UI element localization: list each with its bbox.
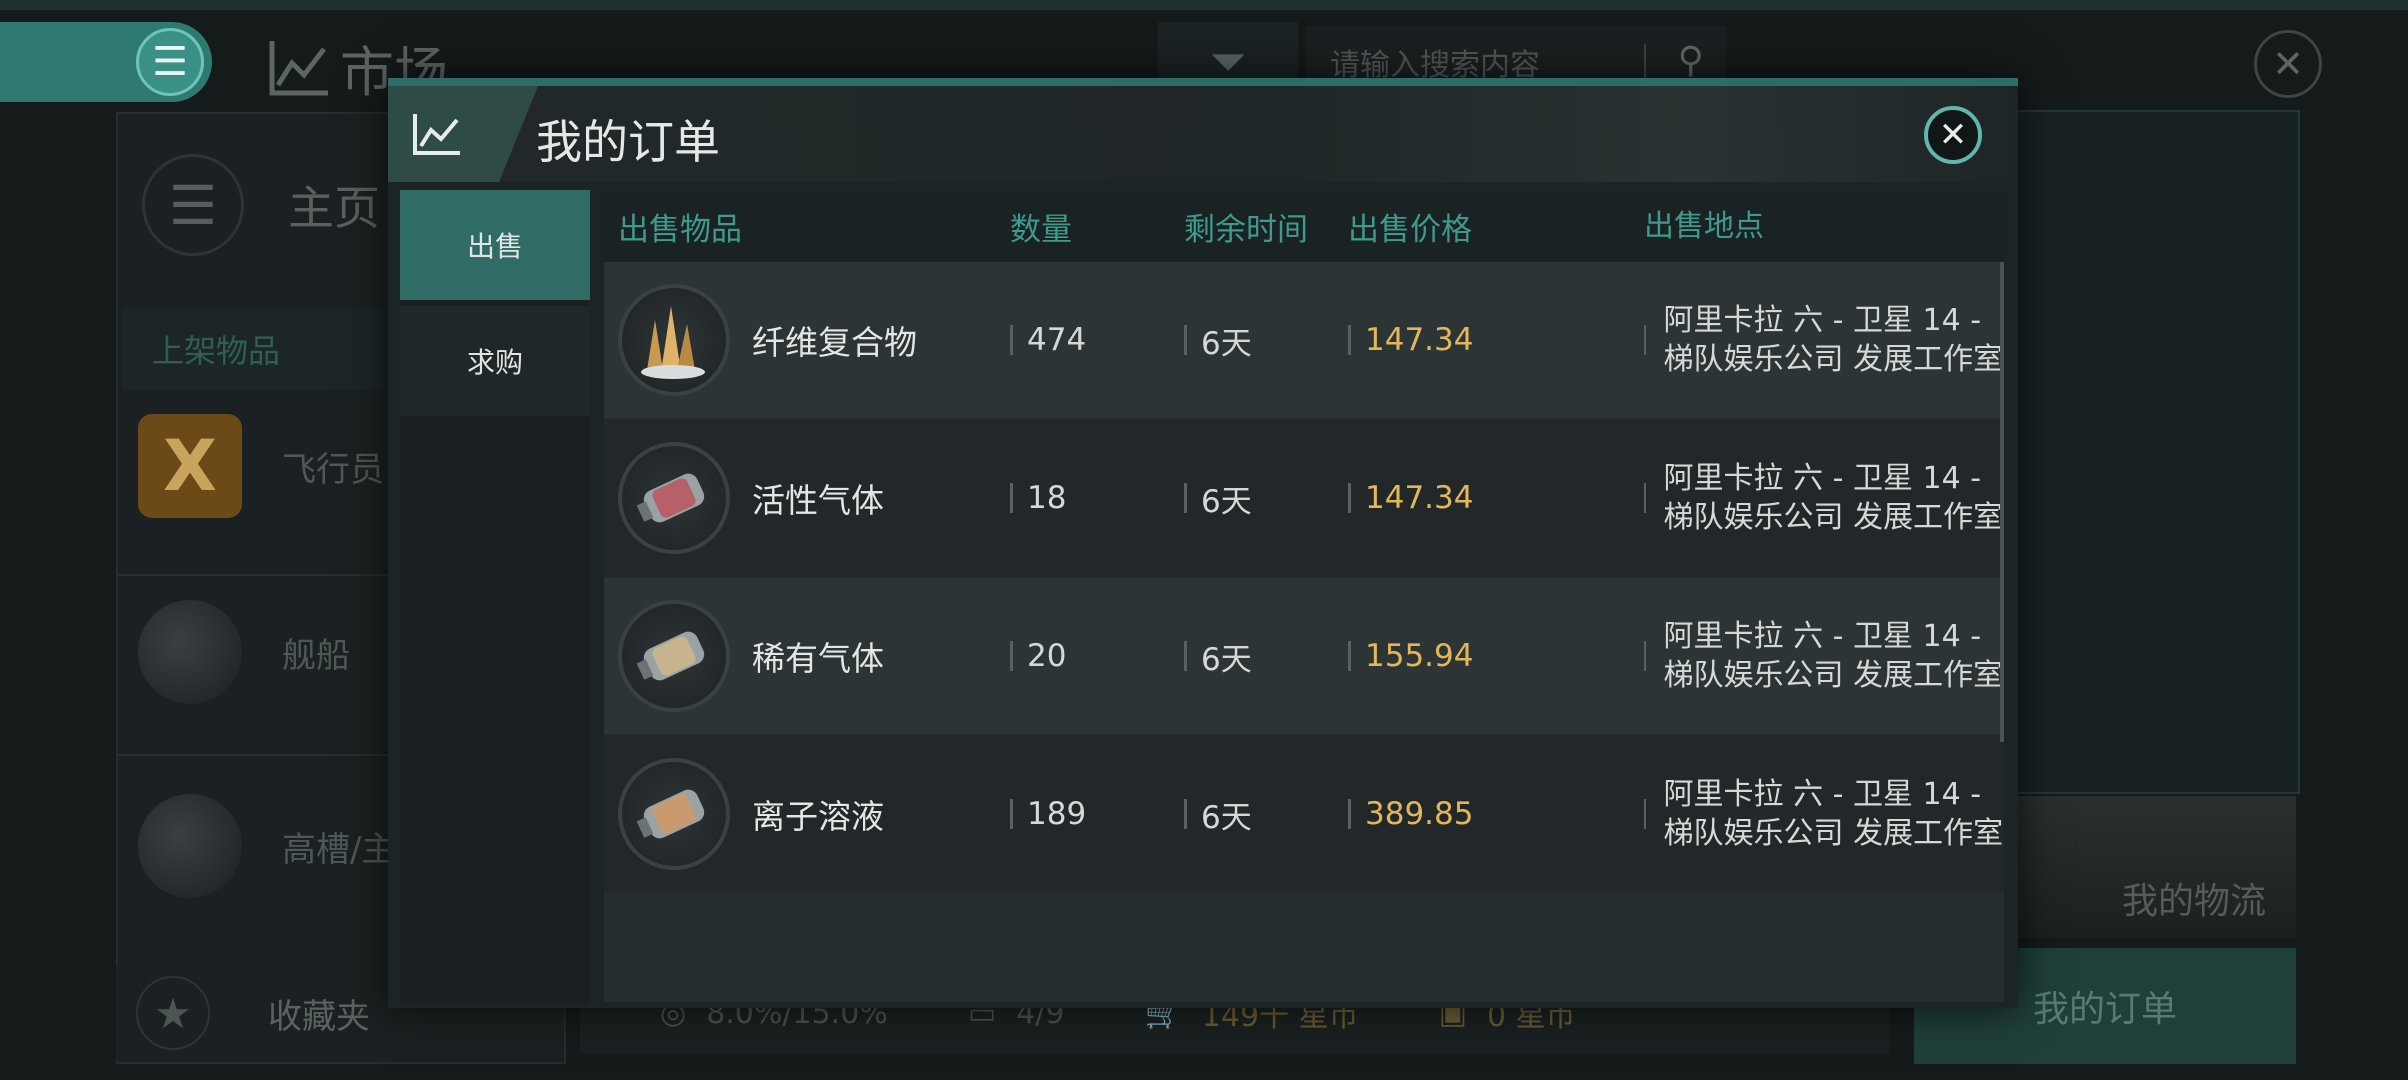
category-pilot[interactable]: X 飞行员: [138, 414, 384, 518]
table-row[interactable]: 稀有气体 20 6天 155.94 阿里卡拉 六 - 卫星 14 - 梯队娱乐公司 发展…: [604, 578, 2004, 734]
listing-tab-label: 上架物品: [152, 332, 281, 370]
item-cell: 活性气体: [604, 442, 1010, 554]
price-cell: 389.85: [1348, 796, 1644, 832]
market-close-icon[interactable]: ✕: [2254, 30, 2322, 98]
col-item[interactable]: 出售物品: [604, 204, 1010, 249]
gas-canister-icon: [618, 758, 730, 870]
home-item[interactable]: ☰ 主页: [142, 154, 380, 256]
close-icon[interactable]: ✕: [1924, 106, 1982, 164]
tab-label: 求购: [466, 346, 523, 379]
item-cell: 离子溶液: [604, 758, 1010, 870]
item-cell: 稀有气体: [604, 600, 1010, 712]
scrollbar[interactable]: [2000, 262, 2004, 742]
category-ships[interactable]: 舰船: [138, 600, 350, 704]
location-cell: 阿里卡拉 六 - 卫星 14 - 梯队娱乐公司 发展工作室: [1644, 459, 2004, 537]
crystal-icon: [618, 284, 730, 396]
divider: [1644, 483, 1646, 513]
category-label: 飞行员: [282, 449, 384, 490]
search-divider: [1644, 44, 1646, 80]
item-cell: 纤维复合物: [604, 284, 1010, 396]
divider: [1644, 641, 1646, 671]
table-row[interactable]: 活性气体 18 6天 147.34 阿里卡拉 六 - 卫星 14 - 梯队娱乐公司 发展…: [604, 420, 2004, 576]
chart-icon: [269, 40, 328, 95]
category-highslot[interactable]: 高槽/主: [138, 794, 395, 898]
divider: [1644, 325, 1646, 355]
quantity-cell: 474: [1010, 322, 1184, 358]
search-icon[interactable]: ⚲: [1678, 40, 1704, 81]
my-orders-dialog: 我的订单 ✕ 出售 求购 出售物品 数量 剩余时间 出售价格 出售地点 纤维复合…: [388, 78, 2018, 1008]
remaining-cell: 6天: [1184, 483, 1348, 520]
category-label: 舰船: [282, 635, 350, 676]
remaining-value: 6天: [1184, 641, 1348, 678]
quantity-cell: 18: [1010, 480, 1184, 516]
category-label: 高槽/主: [282, 829, 396, 870]
table-body: 纤维复合物 474 6天 147.34 阿里卡拉 六 - 卫星 14 - 梯队娱乐公司 …: [604, 262, 2004, 892]
gas-canister-icon: [618, 600, 730, 712]
price-cell: 155.94: [1348, 638, 1644, 674]
order-type-tabs: 出售 求购: [400, 190, 590, 1004]
ship-icon: [138, 600, 242, 704]
price-value: 155.94: [1348, 638, 1644, 674]
gas-canister-icon: [618, 442, 730, 554]
tab-sell[interactable]: 出售: [400, 190, 590, 300]
favorites-label: 收藏夹: [268, 996, 370, 1037]
quantity-cell: 189: [1010, 796, 1184, 832]
dialog-header: 我的订单 ✕: [388, 86, 2018, 182]
location-cell: 阿里卡拉 六 - 卫星 14 - 梯队娱乐公司 发展工作室: [1644, 301, 2004, 379]
col-location[interactable]: 出售地点: [1644, 207, 2004, 246]
price-value: 147.34: [1348, 322, 1644, 358]
table-header: 出售物品 数量 剩余时间 出售价格 出售地点: [604, 190, 2004, 262]
table-row[interactable]: 离子溶液 189 6天 389.85 阿里卡拉 六 - 卫星 14 - 梯队娱乐公司 发…: [604, 736, 2004, 892]
quantity-value: 474: [1010, 322, 1184, 358]
remaining-value: 6天: [1184, 799, 1348, 836]
logistics-label: 我的物流: [2121, 881, 2266, 922]
quantity-cell: 20: [1010, 638, 1184, 674]
location-value: 阿里卡拉 六 - 卫星 14 - 梯队娱乐公司 发展工作室: [1663, 303, 2004, 377]
location-cell: 阿里卡拉 六 - 卫星 14 - 梯队娱乐公司 发展工作室: [1644, 775, 2004, 853]
item-name: 纤维复合物: [752, 323, 917, 362]
location-value: 阿里卡拉 六 - 卫星 14 - 梯队娱乐公司 发展工作室: [1663, 461, 2004, 535]
remaining-cell: 6天: [1184, 325, 1348, 362]
price-value: 147.34: [1348, 480, 1644, 516]
price-value: 389.85: [1348, 796, 1644, 832]
price-cell: 147.34: [1348, 480, 1644, 516]
orders-table: 出售物品 数量 剩余时间 出售价格 出售地点 纤维复合物 474 6天 147.34 阿…: [604, 190, 2004, 1002]
item-name: 离子溶液: [752, 797, 884, 836]
my-orders-label: 我的订单: [2032, 989, 2177, 1030]
pilot-icon: X: [138, 414, 242, 518]
col-quantity[interactable]: 数量: [1010, 204, 1184, 249]
location-value: 阿里卡拉 六 - 卫星 14 - 梯队娱乐公司 发展工作室: [1663, 777, 2004, 851]
tab-buy[interactable]: 求购: [400, 306, 590, 416]
item-name: 活性气体: [752, 481, 884, 520]
quantity-value: 18: [1010, 480, 1184, 516]
table-row[interactable]: 纤维复合物 474 6天 147.34 阿里卡拉 六 - 卫星 14 - 梯队娱乐公司 …: [604, 262, 2004, 418]
dialog-title: 我的订单: [536, 115, 720, 169]
menu-icon[interactable]: ☰: [136, 28, 204, 96]
remaining-cell: 6天: [1184, 641, 1348, 678]
location-cell: 阿里卡拉 六 - 卫星 14 - 梯队娱乐公司 发展工作室: [1644, 617, 2004, 695]
remaining-value: 6天: [1184, 483, 1348, 520]
tab-label: 出售: [466, 230, 523, 263]
menu-pill: ☰: [0, 22, 212, 102]
chart-icon: [413, 114, 460, 155]
divider: [1644, 799, 1646, 829]
quantity-value: 20: [1010, 638, 1184, 674]
header-badge: [388, 86, 538, 182]
col-price[interactable]: 出售价格: [1348, 204, 1644, 249]
remaining-cell: 6天: [1184, 799, 1348, 836]
location-value: 阿里卡拉 六 - 卫星 14 - 梯队娱乐公司 发展工作室: [1663, 619, 2004, 693]
col-remaining[interactable]: 剩余时间: [1184, 204, 1348, 249]
price-cell: 147.34: [1348, 322, 1644, 358]
list-icon: ☰: [142, 154, 244, 256]
home-label: 主页: [288, 181, 380, 235]
remaining-value: 6天: [1184, 325, 1348, 362]
module-icon: [138, 794, 242, 898]
star-icon: ★: [136, 976, 210, 1050]
item-name: 稀有气体: [752, 639, 884, 678]
quantity-value: 189: [1010, 796, 1184, 832]
